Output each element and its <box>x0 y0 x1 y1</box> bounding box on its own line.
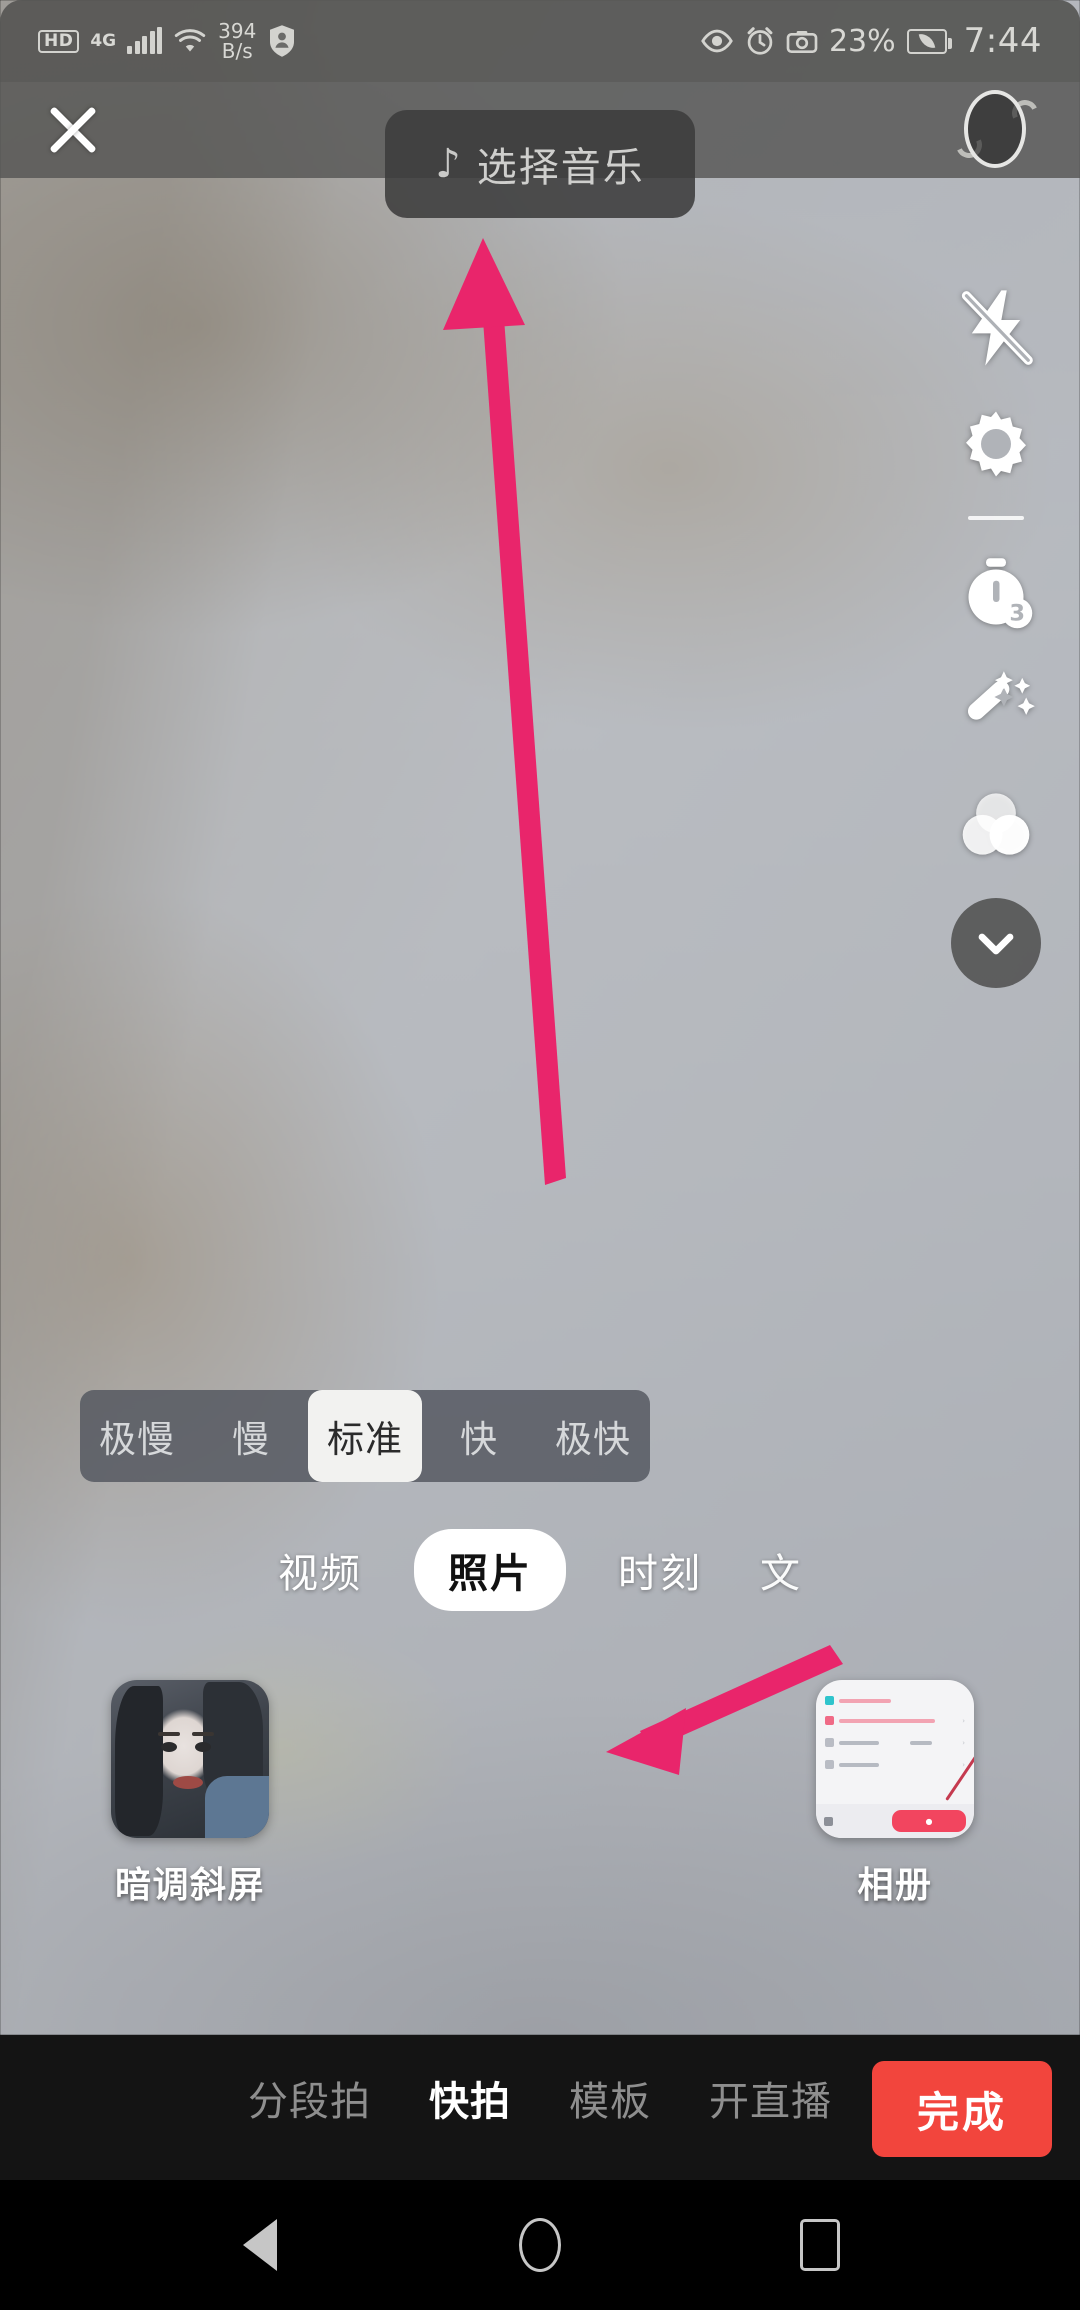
close-icon[interactable] <box>40 97 106 163</box>
battery-icon <box>906 28 952 54</box>
gallery-thumbnail: › › › ● <box>816 1680 974 1838</box>
bottom-tab-bar: 分段拍 快拍 模板 开直播 完成 <box>0 2035 1080 2180</box>
status-bar-right: 23% 7:44 <box>700 21 1042 61</box>
network-type-icon: 4G <box>90 30 117 51</box>
battery-percent-label: 23% <box>828 23 896 59</box>
mode-option-moment[interactable]: 时刻 <box>612 1541 708 1599</box>
gallery-label: 相册 <box>857 1865 933 1906</box>
mode-selector: 视频 照片 时刻 文 <box>0 1520 1080 1620</box>
speed-option-4[interactable]: 极快 <box>536 1390 650 1482</box>
android-nav-bar <box>0 2180 1080 2310</box>
timer-icon[interactable]: 3 <box>938 534 1054 650</box>
speed-selector: 极慢 慢 标准 快 极快 <box>80 1390 650 1482</box>
status-bar-left: HD 4G 394 B/s <box>38 21 297 61</box>
tab-live[interactable]: 开直播 <box>709 2069 832 2127</box>
camera-screen: HD 4G 394 B/s 23% 7:44 ♪ 选择音乐 3 极慢 慢 标准 … <box>0 0 1080 2310</box>
tab-quick-shoot[interactable]: 快拍 <box>429 2069 511 2127</box>
tab-segment-shoot[interactable]: 分段拍 <box>248 2069 371 2127</box>
tab-template[interactable]: 模板 <box>569 2069 651 2127</box>
gallery-button[interactable]: › › › ● 相册 <box>780 1680 1010 1908</box>
magic-wand-icon[interactable] <box>938 650 1054 766</box>
home-circle-icon[interactable] <box>500 2205 580 2285</box>
eye-icon <box>701 29 733 53</box>
gear-icon[interactable] <box>938 386 1054 502</box>
speed-option-3[interactable]: 快 <box>422 1390 536 1482</box>
svg-text:3: 3 <box>1009 601 1025 627</box>
back-triangle-icon[interactable] <box>220 2205 300 2285</box>
clock-label: 7:44 <box>963 21 1042 61</box>
recents-square-icon[interactable] <box>780 2205 860 2285</box>
done-button[interactable]: 完成 <box>872 2061 1052 2157</box>
data-rate-icon: 394 B/s <box>218 19 257 63</box>
mode-option-photo[interactable]: 照片 <box>414 1529 566 1611</box>
speed-option-2[interactable]: 标准 <box>308 1390 422 1482</box>
flip-camera-icon[interactable] <box>952 86 1042 174</box>
select-music-button[interactable]: ♪ 选择音乐 <box>385 110 695 218</box>
hd-icon: HD <box>38 29 80 53</box>
camera-icon <box>786 31 818 53</box>
profile-shield-icon <box>270 25 295 57</box>
effect-label: 暗调斜屏 <box>114 1865 265 1906</box>
status-bar: HD 4G 394 B/s 23% 7:44 <box>0 0 1080 82</box>
chevron-down-icon[interactable] <box>951 898 1041 988</box>
wifi-icon <box>174 29 206 52</box>
mode-option-video[interactable]: 视频 <box>272 1541 368 1599</box>
rail-divider <box>968 516 1024 520</box>
effect-thumbnail <box>111 1680 269 1838</box>
filter-circles-icon[interactable] <box>938 766 1054 882</box>
mode-option-text[interactable]: 文 <box>754 1541 808 1599</box>
alarm-icon <box>747 27 773 55</box>
tool-rail: 3 <box>938 270 1054 988</box>
music-note-icon: ♪ <box>435 141 461 187</box>
speed-option-1[interactable]: 慢 <box>194 1390 308 1482</box>
signal-bars-icon <box>127 27 163 54</box>
flash-off-icon[interactable] <box>938 270 1054 386</box>
effect-button[interactable]: 暗调斜屏 <box>75 1680 305 1908</box>
select-music-label: 选择音乐 <box>476 145 645 191</box>
capture-row: 暗调斜屏 › › › ● 相册 <box>0 1680 1080 1970</box>
speed-option-0[interactable]: 极慢 <box>80 1390 194 1482</box>
